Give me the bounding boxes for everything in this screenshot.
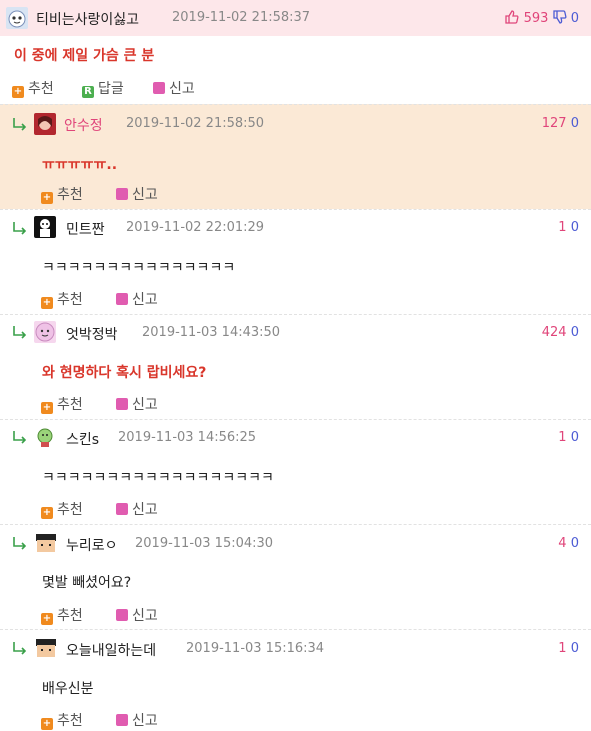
report-icon: [116, 503, 128, 515]
upvote-count: 424: [541, 325, 567, 340]
thumbs-down-icon[interactable]: [552, 10, 567, 24]
downvote-count: 0: [570, 325, 579, 340]
downvote-count: 0: [570, 11, 579, 26]
report-button[interactable]: 신고: [116, 710, 158, 730]
nickname[interactable]: 누리로ㅇ: [66, 535, 118, 555]
avatar[interactable]: [34, 532, 56, 554]
reply-arrow-icon: [13, 642, 27, 655]
reply-item: 스킨s 2019-11-03 14:56:25 1 0 ㅋㅋㅋㅋㅋㅋㅋㅋㅋㅋㅋㅋ…: [0, 419, 591, 524]
upvote-count: 593: [523, 11, 549, 26]
vote-counts: 127 0: [542, 116, 579, 131]
reply-item: 민트짠 2019-11-02 22:01:29 1 0 ㅋㅋㅋㅋㅋㅋㅋㅋㅋㅋㅋㅋ…: [0, 209, 591, 314]
reply-item: 누리로ㅇ 2019-11-03 15:04:30 4 0 몇발 빼셨어요? + 추…: [0, 524, 591, 629]
reply-arrow-icon: [13, 222, 27, 235]
report-icon: [116, 293, 128, 305]
vote-counts: 4 0: [558, 536, 579, 551]
reply-item: 엇박정박 2019-11-03 14:43:50 424 0 와 현명하다 혹시…: [0, 314, 591, 419]
reply-arrow-icon: [13, 537, 27, 550]
vote-counts: 424 0: [542, 325, 579, 340]
avatar[interactable]: [34, 321, 56, 343]
downvote-count: 0: [570, 116, 579, 131]
avatar[interactable]: [6, 7, 28, 29]
downvote-count: 0: [570, 220, 579, 235]
comment-text: 와 현명하다 혹시 랍비세요?: [42, 365, 207, 381]
nickname[interactable]: 스킨s: [66, 429, 99, 449]
nickname[interactable]: 안수정: [64, 115, 103, 135]
report-icon: [116, 609, 128, 621]
nickname[interactable]: 엇박정박: [66, 324, 118, 344]
recommend-button[interactable]: + 추천: [41, 289, 83, 309]
reply-item: 안수정 2019-11-02 21:58:50 127 0 ㅠㅠㅠㅠㅠ.. + 추…: [0, 104, 591, 209]
plus-icon: +: [41, 402, 53, 414]
comment-text: ㅋㅋㅋㅋㅋㅋㅋㅋㅋㅋㅋㅋㅋㅋㅋ: [42, 260, 236, 276]
avatar[interactable]: [34, 113, 56, 135]
upvote-count: 1: [558, 430, 567, 445]
comment-date: 2019-11-03 15:04:30: [135, 536, 274, 551]
plus-icon: +: [12, 86, 24, 98]
recommend-button[interactable]: + 추천: [41, 184, 83, 204]
plus-icon: +: [41, 297, 53, 309]
upvote-count: 127: [541, 116, 567, 131]
main-comment-header: 티비는사랑이싫고 2019-11-02 21:58:37 593 0: [0, 0, 591, 36]
report-button[interactable]: 신고: [116, 394, 158, 414]
report-icon: [116, 188, 128, 200]
vote-counts: 593 0: [505, 10, 579, 26]
upvote-count: 1: [558, 220, 567, 235]
nickname[interactable]: 티비는사랑이싫고: [36, 9, 139, 29]
reply-item: 오늘내일하는데 2019-11-03 15:16:34 1 0 배우신분 + 추천…: [0, 629, 591, 731]
vote-counts: 1 0: [558, 430, 579, 445]
plus-icon: +: [41, 718, 53, 730]
report-icon: [116, 398, 128, 410]
comment-date: 2019-11-03 14:43:50: [142, 325, 281, 340]
comment-text: ㅠㅠㅠㅠㅠ..: [42, 157, 118, 173]
vote-counts: 1 0: [558, 641, 579, 656]
report-button[interactable]: 신고: [116, 605, 158, 625]
nickname[interactable]: 민트짠: [66, 219, 105, 239]
recommend-button[interactable]: + 추천: [41, 710, 83, 730]
avatar[interactable]: [34, 216, 56, 238]
plus-icon: +: [41, 192, 53, 204]
reply-icon: R: [82, 86, 94, 98]
comment-date: 2019-11-03 14:56:25: [118, 430, 257, 445]
reply-button[interactable]: R 답글: [82, 78, 124, 98]
reply-arrow-icon: [13, 118, 27, 131]
plus-icon: +: [41, 613, 53, 625]
comment-text: 배우신분: [42, 681, 94, 697]
main-comment: 티비는사랑이싫고 2019-11-02 21:58:37 593 0 이 중에 …: [0, 0, 591, 104]
vote-counts: 1 0: [558, 220, 579, 235]
plus-icon: +: [41, 507, 53, 519]
downvote-count: 0: [570, 430, 579, 445]
upvote-count: 4: [558, 536, 567, 551]
upvote-count: 1: [558, 641, 567, 656]
recommend-button[interactable]: + 추천: [41, 605, 83, 625]
comment-date: 2019-11-02 21:58:50: [126, 116, 265, 131]
reply-arrow-icon: [13, 431, 27, 444]
reply-arrow-icon: [13, 326, 27, 339]
nickname[interactable]: 오늘내일하는데: [66, 640, 156, 660]
comment-date: 2019-11-03 15:16:34: [186, 641, 325, 656]
report-button[interactable]: 신고: [153, 78, 195, 98]
downvote-count: 0: [570, 641, 579, 656]
avatar[interactable]: [34, 637, 56, 659]
comment-text: 몇발 빼셨어요?: [42, 575, 132, 591]
comment-text: ㅋㅋㅋㅋㅋㅋㅋㅋㅋㅋㅋㅋㅋㅋㅋㅋㅋㅋ: [42, 470, 274, 486]
report-button[interactable]: 신고: [116, 289, 158, 309]
comment-date: 2019-11-02 22:01:29: [126, 220, 265, 235]
report-icon: [153, 82, 165, 94]
comment-date: 2019-11-02 21:58:37: [172, 10, 311, 25]
comment-text: 이 중에 제일 가슴 큰 분: [14, 48, 155, 64]
recommend-button[interactable]: + 추천: [12, 78, 54, 98]
report-icon: [116, 714, 128, 726]
downvote-count: 0: [570, 536, 579, 551]
thumbs-up-icon[interactable]: [505, 10, 519, 24]
report-button[interactable]: 신고: [116, 184, 158, 204]
recommend-button[interactable]: + 추천: [41, 499, 83, 519]
recommend-button[interactable]: + 추천: [41, 394, 83, 414]
avatar[interactable]: [34, 426, 56, 448]
report-button[interactable]: 신고: [116, 499, 158, 519]
